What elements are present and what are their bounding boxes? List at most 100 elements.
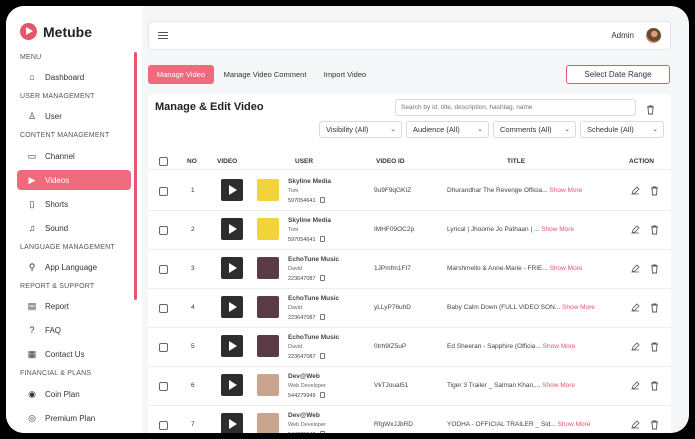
video-title: Tiger 3 Trailer _ Salman Khan,... Show M… (447, 382, 575, 389)
home-icon: ⌂ (29, 72, 35, 82)
sidebar-item-channel[interactable]: ▭ Channel (17, 146, 131, 166)
video-title: Lyrical | Jhoome Jo Pathaan | ... Show M… (447, 226, 574, 233)
video-icon: ▶ (28, 175, 36, 185)
sidebar-item-dashboard[interactable]: ⌂ Dashboard (17, 67, 131, 87)
row-number: 2 (191, 226, 195, 233)
edit-icon[interactable] (631, 342, 640, 353)
table-row: 6 Dev@Web Web Developer 544279949 VkTJou… (148, 367, 671, 406)
column-video-id: VIDEO ID (376, 158, 405, 165)
card-title: Manage & Edit Video (155, 101, 264, 113)
show-more-link[interactable]: Show More (541, 226, 574, 233)
select-date-range-button[interactable]: Select Date Range (566, 65, 670, 84)
sidebar-item-report[interactable]: ▤ Report (17, 296, 131, 316)
row-checkbox[interactable] (159, 304, 168, 313)
sidebar-item-user[interactable]: ♙ User (17, 106, 131, 126)
delete-icon[interactable] (650, 381, 659, 393)
video-thumbnail[interactable] (221, 218, 243, 240)
edit-icon[interactable] (631, 225, 640, 236)
user-id-value: 223647087 (288, 354, 316, 360)
channel-avatar (257, 296, 279, 318)
user-id-value: 544279949 (288, 393, 316, 399)
copy-icon[interactable] (319, 197, 325, 203)
video-id: VkTJoual51 (374, 382, 409, 389)
user-name: Skyline Media (288, 217, 331, 224)
edit-icon[interactable] (631, 381, 640, 392)
copy-icon[interactable] (319, 275, 325, 281)
tab-manage-video[interactable]: Manage Video (148, 65, 214, 84)
delete-icon[interactable] (650, 264, 659, 276)
row-checkbox[interactable] (159, 343, 168, 352)
edit-icon[interactable] (631, 186, 640, 197)
tab-import-video[interactable]: Import Video (316, 65, 374, 84)
user-role: Web Developer (288, 422, 326, 428)
user-name: EchoTune Music (288, 256, 340, 263)
app-logo[interactable]: Metube (20, 23, 92, 40)
delete-icon[interactable] (650, 186, 659, 198)
video-thumbnail[interactable] (221, 335, 243, 357)
column-no: NO (187, 158, 197, 165)
comments-filter[interactable]: Comments (All) ⌄ (493, 121, 576, 138)
delete-icon[interactable] (650, 303, 659, 315)
edit-icon[interactable] (631, 303, 640, 314)
channel-avatar (257, 374, 279, 396)
video-title: Marshmello & Anne-Marie - FRIE... Show M… (447, 265, 582, 272)
user-id-value: 597054641 (288, 198, 316, 204)
video-id: 9u9F9qGKIZ (374, 187, 412, 194)
menu-icon[interactable] (158, 32, 168, 41)
filter-label: Visibility (All) (326, 125, 369, 134)
row-checkbox[interactable] (159, 226, 168, 235)
row-checkbox[interactable] (159, 382, 168, 391)
sidebar-item-faq[interactable]: ? FAQ (17, 320, 131, 340)
row-checkbox[interactable] (159, 421, 168, 430)
show-more-link[interactable]: Show More (543, 343, 576, 350)
row-checkbox[interactable] (159, 265, 168, 274)
video-title: Ed Sheeran - Sapphire (Officia... Show M… (447, 343, 576, 350)
sidebar-item-shorts[interactable]: ▯ Shorts (17, 194, 131, 214)
sidebar-item-app-language[interactable]: ⚲ App Language (17, 257, 131, 277)
visibility-filter[interactable]: Visibility (All) ⌄ (319, 121, 402, 138)
show-more-link[interactable]: Show More (558, 421, 591, 428)
user-name: Dev@Web (288, 412, 320, 419)
video-title: YODHA - OFFICIAL TRAILER _ Sid... Show M… (447, 421, 590, 428)
copy-icon[interactable] (319, 431, 325, 433)
copy-icon[interactable] (319, 353, 325, 359)
row-checkbox[interactable] (159, 187, 168, 196)
video-thumbnail[interactable] (221, 296, 243, 318)
tab-manage-video-comment[interactable]: Manage Video Comment (220, 65, 310, 84)
copy-icon[interactable] (319, 392, 325, 398)
sidebar-item-coin-plan[interactable]: ◉ Coin Plan (17, 384, 131, 404)
chevron-down-icon: ⌄ (477, 126, 483, 133)
sidebar-item-label: Premium Plan (45, 413, 96, 423)
copy-icon[interactable] (319, 314, 325, 320)
video-thumbnail[interactable] (221, 374, 243, 396)
show-more-link[interactable]: Show More (550, 265, 583, 272)
copy-icon[interactable] (319, 236, 325, 242)
channel-avatar (257, 179, 279, 201)
edit-icon[interactable] (631, 420, 640, 431)
sidebar-item-videos[interactable]: ▶ Videos (17, 170, 131, 190)
delete-icon[interactable] (650, 420, 659, 432)
sidebar-item-contact-us[interactable]: ▦ Contact Us (17, 344, 131, 364)
video-table-card: Manage & Edit Video Visibility (All) ⌄ Au… (148, 94, 671, 433)
language-icon: ⚲ (28, 262, 36, 272)
video-thumbnail[interactable] (221, 413, 243, 433)
sidebar-scrollbar[interactable] (134, 52, 137, 300)
edit-icon[interactable] (631, 264, 640, 275)
show-more-link[interactable]: Show More (542, 382, 575, 389)
search-input[interactable] (395, 99, 636, 116)
delete-icon[interactable] (650, 225, 659, 237)
sidebar-item-premium-plan[interactable]: ◎ Premium Plan (17, 408, 131, 428)
video-thumbnail[interactable] (221, 257, 243, 279)
sidebar-item-sound[interactable]: ♫ Sound (17, 218, 131, 238)
show-more-link[interactable]: Show More (562, 304, 595, 311)
video-thumbnail[interactable] (221, 179, 243, 201)
delete-icon[interactable] (646, 102, 655, 120)
show-more-link[interactable]: Show More (549, 187, 582, 194)
schedule-filter[interactable]: Schedule (All) ⌄ (580, 121, 664, 138)
avatar[interactable] (646, 28, 661, 43)
audience-filter[interactable]: Audience (All) ⌄ (406, 121, 489, 138)
delete-icon[interactable] (650, 342, 659, 354)
user-role: David (288, 305, 303, 311)
table-row: 4 EchoTune Music David 223647087 yLLyP76… (148, 289, 671, 328)
select-all-checkbox[interactable] (159, 157, 168, 166)
